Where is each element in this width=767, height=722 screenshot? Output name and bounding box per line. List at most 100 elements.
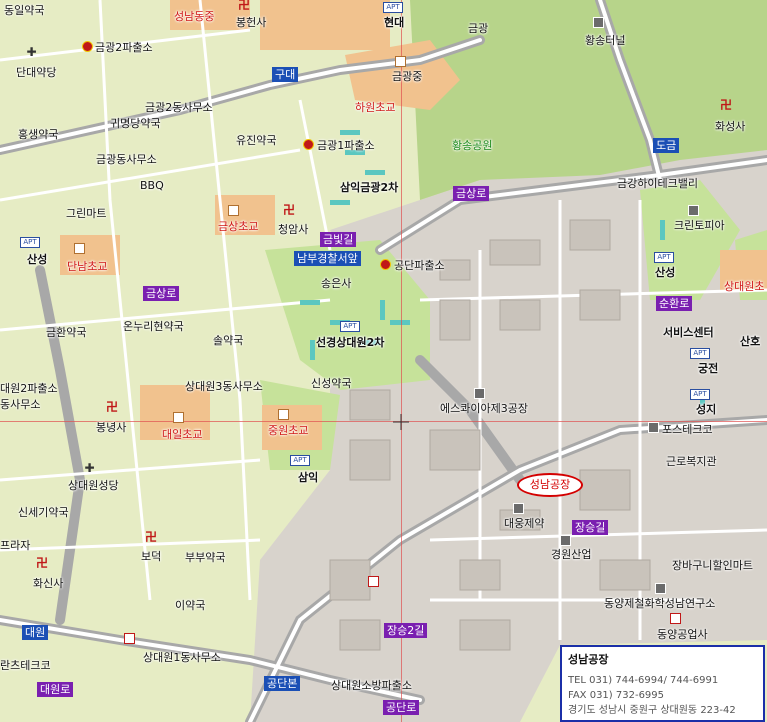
road-tag[interactable]: 순환로 xyxy=(656,296,693,311)
school-icon xyxy=(173,412,184,423)
place-label[interactable]: 화성사 xyxy=(715,120,745,133)
police-icon xyxy=(380,259,391,270)
place-label[interactable]: 대웅제약 xyxy=(504,517,544,530)
place-label[interactable]: 금광 xyxy=(468,22,488,35)
post-office-icon xyxy=(670,613,681,624)
place-label[interactable]: 프라자 xyxy=(0,539,30,552)
place-label[interactable]: 신세기약국 xyxy=(18,506,69,519)
place-label[interactable]: 귀명당약국 xyxy=(110,117,161,130)
temple-icon: 卍 xyxy=(283,203,296,217)
temple-icon: 卍 xyxy=(720,98,733,112)
place-label[interactable]: 이약국 xyxy=(175,599,205,612)
road-tag[interactable]: 도금 xyxy=(653,138,680,153)
police-icon xyxy=(303,139,314,150)
place-label[interactable]: 장바구니할인마트 xyxy=(672,559,753,572)
place-label[interactable]: 온누리현약국 xyxy=(123,320,184,333)
place-label[interactable]: 상대원성당 xyxy=(68,479,119,492)
place-label[interactable]: 송은사 xyxy=(321,277,351,290)
place-label[interactable]: 금광2동사무소 xyxy=(145,101,213,114)
road-tag[interactable]: 장승2길 xyxy=(384,623,428,638)
place-label[interactable]: 청암사 xyxy=(278,223,308,236)
temple-icon: 卍 xyxy=(36,556,49,570)
place-label[interactable]: 삼익 xyxy=(298,471,318,484)
place-label[interactable]: 에스콰이아제3공장 xyxy=(440,402,528,415)
road-tag[interactable]: 장승길 xyxy=(572,520,609,535)
place-label[interactable]: 황송터널 xyxy=(585,34,625,47)
place-label[interactable]: 금광2파출소 xyxy=(95,41,153,54)
road-tag[interactable]: 남부경찰서앞 xyxy=(294,251,361,266)
station-tag[interactable]: 구대 xyxy=(272,67,299,82)
place-label[interactable]: 궁전 xyxy=(698,362,718,375)
place-label[interactable]: 크린토피아 xyxy=(674,219,725,232)
place-label[interactable]: 중원초교 xyxy=(268,424,308,437)
place-label[interactable]: 현대 xyxy=(384,16,404,29)
place-label[interactable]: 상대원1동사무소 xyxy=(143,651,221,664)
info-title: 성남공장 xyxy=(568,653,609,666)
info-fax: FAX 031) 732-6995 xyxy=(568,690,665,701)
place-label[interactable]: 금광1파출소 xyxy=(317,139,375,152)
place-label[interactable]: 신성약국 xyxy=(311,377,351,390)
road-tag[interactable]: 대원로 xyxy=(37,682,74,697)
place-label[interactable]: 단남초교 xyxy=(67,260,107,273)
apartment-icon: APT xyxy=(290,455,310,466)
target-label: 성남공장 xyxy=(529,478,571,491)
place-label[interactable]: 동사무소 xyxy=(0,398,40,411)
place-label[interactable]: 산성 xyxy=(27,253,47,266)
road-tag[interactable]: 공단본 xyxy=(264,676,301,691)
factory-icon xyxy=(560,535,571,546)
place-label[interactable]: 대일초교 xyxy=(162,428,202,441)
place-label[interactable]: 동양제철화학성남연구소 xyxy=(604,597,715,610)
place-label[interactable]: 보덕 xyxy=(141,550,161,563)
apartment-icon: APT xyxy=(690,348,710,359)
info-tel: TEL 031) 744-6994/ 744-6991 xyxy=(568,675,719,686)
place-label[interactable]: 대원2파출소 xyxy=(0,382,58,395)
place-label[interactable]: 금환약국 xyxy=(46,326,86,339)
place-label[interactable]: 상대원3동사무소 xyxy=(185,380,263,393)
place-label[interactable]: 봉녕사 xyxy=(96,421,126,434)
target-marker[interactable]: 성남공장 xyxy=(517,473,583,497)
place-label[interactable]: 공단파출소 xyxy=(394,259,445,272)
map-view[interactable]: 동일약국 성남동중 卍 봉헌사 현대 금광 황송터널 금광2파출소 ✚ 단대약당… xyxy=(0,0,767,722)
place-label[interactable]: 화신사 xyxy=(33,577,63,590)
place-label[interactable]: 유진약국 xyxy=(236,134,276,147)
place-label[interactable]: 금광중 xyxy=(392,70,422,83)
place-label[interactable]: 근로복지관 xyxy=(666,455,717,468)
place-label[interactable]: 황송공원 xyxy=(452,139,492,152)
factory-icon xyxy=(648,422,659,433)
place-label[interactable]: 삼익금광2차 xyxy=(340,181,398,194)
place-label[interactable]: 그린마트 xyxy=(66,207,106,220)
place-label[interactable]: 산호 xyxy=(740,335,760,348)
place-label[interactable]: 부부약국 xyxy=(185,551,225,564)
place-label[interactable]: BBQ xyxy=(140,179,164,192)
place-label[interactable]: 포스테크코 xyxy=(662,423,713,436)
place-label[interactable]: 솔약국 xyxy=(213,334,243,347)
road-tag[interactable]: 금상로 xyxy=(453,186,490,201)
place-label[interactable]: 단대약당 xyxy=(16,66,56,79)
place-label[interactable]: 선경상대원2차 xyxy=(316,336,384,349)
place-label[interactable]: 금상초교 xyxy=(218,220,258,233)
place-label[interactable]: 하원초교 xyxy=(355,101,395,114)
place-label[interactable]: 상대원초 xyxy=(724,280,764,293)
road-tag[interactable]: 금빛길 xyxy=(320,232,357,247)
place-label[interactable]: 경원산업 xyxy=(551,548,591,561)
place-label[interactable]: 란츠테크코 xyxy=(0,659,51,672)
road-tag[interactable]: 금상로 xyxy=(143,286,180,301)
place-label[interactable]: 금광동사무소 xyxy=(96,153,157,166)
place-label[interactable]: 홍생약국 xyxy=(18,128,58,141)
place-label[interactable]: 봉헌사 xyxy=(236,16,266,29)
road-tag[interactable]: 공단로 xyxy=(383,700,420,715)
place-label[interactable]: 산성 xyxy=(655,266,675,279)
place-label[interactable]: 동일약국 xyxy=(4,4,44,17)
road-tag[interactable]: 대원 xyxy=(22,625,49,640)
place-label[interactable]: 금강하이테크밸리 xyxy=(617,177,698,190)
place-label[interactable]: 서비스센터 xyxy=(663,326,714,339)
school-icon xyxy=(278,409,289,420)
apartment-icon: APT xyxy=(690,389,710,400)
church-icon: ✚ xyxy=(26,45,37,59)
place-label[interactable]: 성남동중 xyxy=(174,10,214,23)
place-label[interactable]: 성지 xyxy=(696,403,716,416)
apartment-icon: APT xyxy=(383,2,403,13)
school-icon xyxy=(228,205,239,216)
place-label[interactable]: 상대원소방파출소 xyxy=(331,679,412,692)
place-label[interactable]: 동양공업사 xyxy=(657,628,708,641)
